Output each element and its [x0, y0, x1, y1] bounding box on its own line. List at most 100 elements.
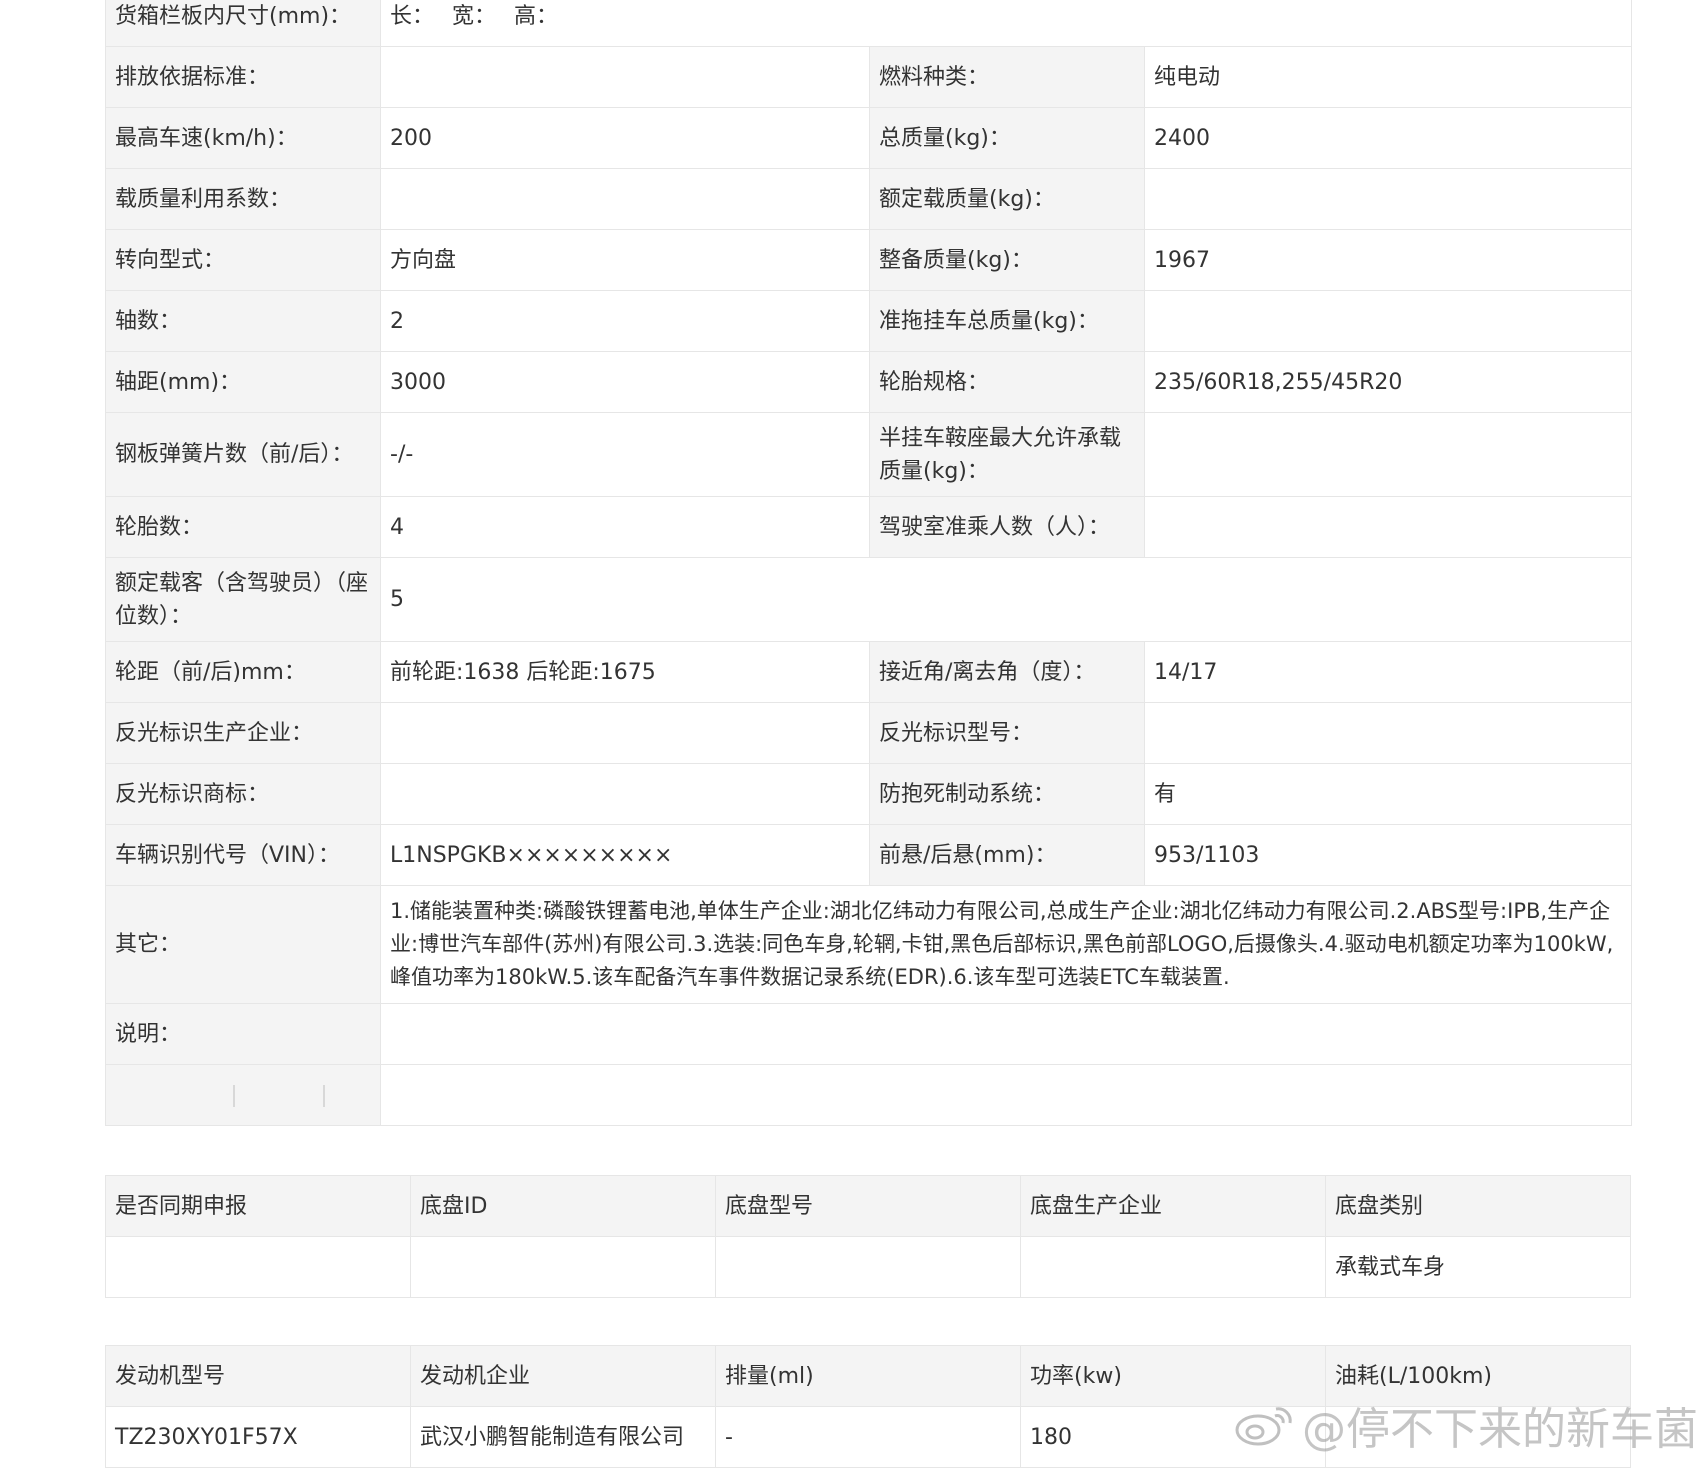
cargo-dim-length: 长：: [390, 3, 435, 29]
spec-row-other: 其它： 1.储能装置种类:磷酸铁锂蓄电池,单体生产企业:湖北亿纬动力有限公司,总…: [105, 885, 1633, 1004]
emission-std-value: [380, 46, 870, 108]
tire-count-value: 4: [380, 496, 870, 558]
fuel-type-label: 燃料种类：: [869, 46, 1145, 108]
total-mass-value: 2400: [1143, 107, 1633, 169]
engine-header-cell: 发动机企业: [410, 1345, 716, 1407]
spec-row-passengers: 额定载客（含驾驶员）（座位数）： 5: [105, 557, 1633, 642]
chassis-header-cell: 底盘生产企业: [1020, 1175, 1326, 1237]
overhang-label: 前悬/后悬(mm)：: [869, 824, 1145, 886]
curb-mass-label: 整备质量(kg)：: [869, 229, 1145, 291]
chassis-cell: 承载式车身: [1325, 1236, 1631, 1298]
axles-value: 2: [380, 290, 870, 352]
spec-row-track: 轮距（前/后)mm： 前轮距:1638 后轮距:1675 接近角/离去角（度）：…: [105, 641, 1633, 703]
chassis-cell: [105, 1236, 411, 1298]
watermark: @停不下来的新车菌: [1234, 1398, 1698, 1455]
engine-cell: -: [715, 1406, 1021, 1468]
spec-row-load: 载质量利用系数： 额定载质量(kg)：: [105, 168, 1633, 230]
engine-cell: 武汉小鹏智能制造有限公司: [410, 1406, 716, 1468]
vin-label: 车辆识别代号（VIN）：: [105, 824, 381, 886]
reflector-model-label: 反光标识型号：: [869, 702, 1145, 764]
trailer-mass-value: [1143, 290, 1633, 352]
chassis-header-cell: 底盘型号: [715, 1175, 1021, 1237]
abs-value: 有: [1143, 763, 1633, 825]
divider-mark: [323, 1084, 325, 1107]
saddle-load-value: [1143, 412, 1633, 497]
fuel-type-value: 纯电动: [1143, 46, 1633, 108]
track-value: 前轮距:1638 后轮距:1675: [380, 641, 870, 703]
abs-label: 防抱死制动系统：: [869, 763, 1145, 825]
reflector-model-value: [1143, 702, 1633, 764]
track-label: 轮距（前/后)mm：: [105, 641, 381, 703]
other-label: 其它：: [105, 885, 381, 1004]
cargo-dim-label: 货箱栏板内尺寸(mm)：: [105, 0, 381, 47]
tire-spec-label: 轮胎规格：: [869, 351, 1145, 413]
note-label: 说明：: [105, 1003, 381, 1065]
reflector-maker-label: 反光标识生产企业：: [105, 702, 381, 764]
cargo-dim-value: 长： 宽： 高：: [379, 0, 1633, 47]
engine-header-cell: 排量(ml): [715, 1345, 1021, 1407]
spec-row-cargo-dim: 货箱栏板内尺寸(mm)： 长： 宽： 高：: [105, 0, 1633, 47]
axles-label: 轴数：: [105, 290, 381, 352]
max-speed-value: 200: [380, 107, 870, 169]
rated-load-label: 额定载质量(kg)：: [869, 168, 1145, 230]
chassis-cell: [1020, 1236, 1326, 1298]
spec-row-reflector-brand: 反光标识商标： 防抱死制动系统： 有: [105, 763, 1633, 825]
spec-row-blank: [105, 1064, 1633, 1126]
chassis-header-cell: 是否同期申报: [105, 1175, 411, 1237]
chassis-cell: [410, 1236, 716, 1298]
cargo-dim-height: 高：: [514, 3, 559, 29]
reflector-maker-value: [380, 702, 870, 764]
trailer-mass-label: 准拖挂车总质量(kg)：: [869, 290, 1145, 352]
chassis-data-row: 承载式车身: [105, 1236, 1631, 1298]
emission-std-label: 排放依据标准：: [105, 46, 381, 108]
tire-spec-value: 235/60R18,255/45R20: [1143, 351, 1633, 413]
blank-label: [105, 1064, 381, 1126]
spec-row-tires: 轮胎数： 4 驾驶室准乘人数（人）：: [105, 496, 1633, 558]
chassis-table: 是否同期申报 底盘ID 底盘型号 底盘生产企业 底盘类别 承载式车身: [105, 1175, 1631, 1298]
steering-label: 转向型式：: [105, 229, 381, 291]
wheelbase-value: 3000: [380, 351, 870, 413]
watermark-text: @停不下来的新车菌: [1302, 1404, 1698, 1455]
note-value: [379, 1003, 1633, 1065]
saddle-load-label: 半挂车鞍座最大允许承载质量(kg)：: [869, 412, 1145, 497]
cab-passengers-value: [1143, 496, 1633, 558]
spec-row-vin: 车辆识别代号（VIN）： L1NSPGKB××××××××× 前悬/后悬(mm)…: [105, 824, 1633, 886]
divider-mark: [233, 1084, 235, 1107]
chassis-cell: [715, 1236, 1021, 1298]
reflector-brand-label: 反光标识商标：: [105, 763, 381, 825]
cargo-dim-width: 宽：: [452, 3, 497, 29]
load-util-value: [380, 168, 870, 230]
rated-load-value: [1143, 168, 1633, 230]
spec-row-emission: 排放依据标准： 燃料种类： 纯电动: [105, 46, 1633, 108]
spec-row-speed: 最高车速(km/h)： 200 总质量(kg)： 2400: [105, 107, 1633, 169]
total-mass-label: 总质量(kg)：: [869, 107, 1145, 169]
steering-value: 方向盘: [380, 229, 870, 291]
vin-value: L1NSPGKB×××××××××: [380, 824, 870, 886]
blank-value: [379, 1064, 1633, 1126]
spec-row-wheelbase: 轴距(mm)： 3000 轮胎规格： 235/60R18,255/45R20: [105, 351, 1633, 413]
spec-row-axles: 轴数： 2 准拖挂车总质量(kg)：: [105, 290, 1633, 352]
overhang-value: 953/1103: [1143, 824, 1633, 886]
chassis-header-row: 是否同期申报 底盘ID 底盘型号 底盘生产企业 底盘类别: [105, 1175, 1631, 1237]
leaf-spring-value: -/-: [380, 412, 870, 497]
engine-header-cell: 发动机型号: [105, 1345, 411, 1407]
rated-passengers-value: 5: [379, 557, 1633, 642]
reflector-brand-value: [380, 763, 870, 825]
spec-row-reflector-maker: 反光标识生产企业： 反光标识型号：: [105, 702, 1633, 764]
other-value: 1.储能装置种类:磷酸铁锂蓄电池,单体生产企业:湖北亿纬动力有限公司,总成生产企…: [379, 885, 1633, 1004]
weibo-icon: [1235, 1407, 1292, 1446]
angles-label: 接近角/离去角（度）：: [869, 641, 1145, 703]
spec-row-steering: 转向型式： 方向盘 整备质量(kg)： 1967: [105, 229, 1633, 291]
engine-cell: TZ230XY01F57X: [105, 1406, 411, 1468]
chassis-header-cell: 底盘ID: [410, 1175, 716, 1237]
spec-row-leaf-spring: 钢板弹簧片数（前/后）： -/- 半挂车鞍座最大允许承载质量(kg)：: [105, 412, 1633, 497]
leaf-spring-label: 钢板弹簧片数（前/后）：: [105, 412, 381, 497]
tire-count-label: 轮胎数：: [105, 496, 381, 558]
spec-row-note: 说明：: [105, 1003, 1633, 1065]
rated-passengers-label: 额定载客（含驾驶员）（座位数）：: [105, 557, 381, 642]
spec-table: 货箱栏板内尺寸(mm)： 长： 宽： 高： 排放依据标准： 燃料种类： 纯电动 最高…: [105, 0, 1633, 1126]
load-util-label: 载质量利用系数：: [105, 168, 381, 230]
wheelbase-label: 轴距(mm)：: [105, 351, 381, 413]
chassis-header-cell: 底盘类别: [1325, 1175, 1631, 1237]
curb-mass-value: 1967: [1143, 229, 1633, 291]
